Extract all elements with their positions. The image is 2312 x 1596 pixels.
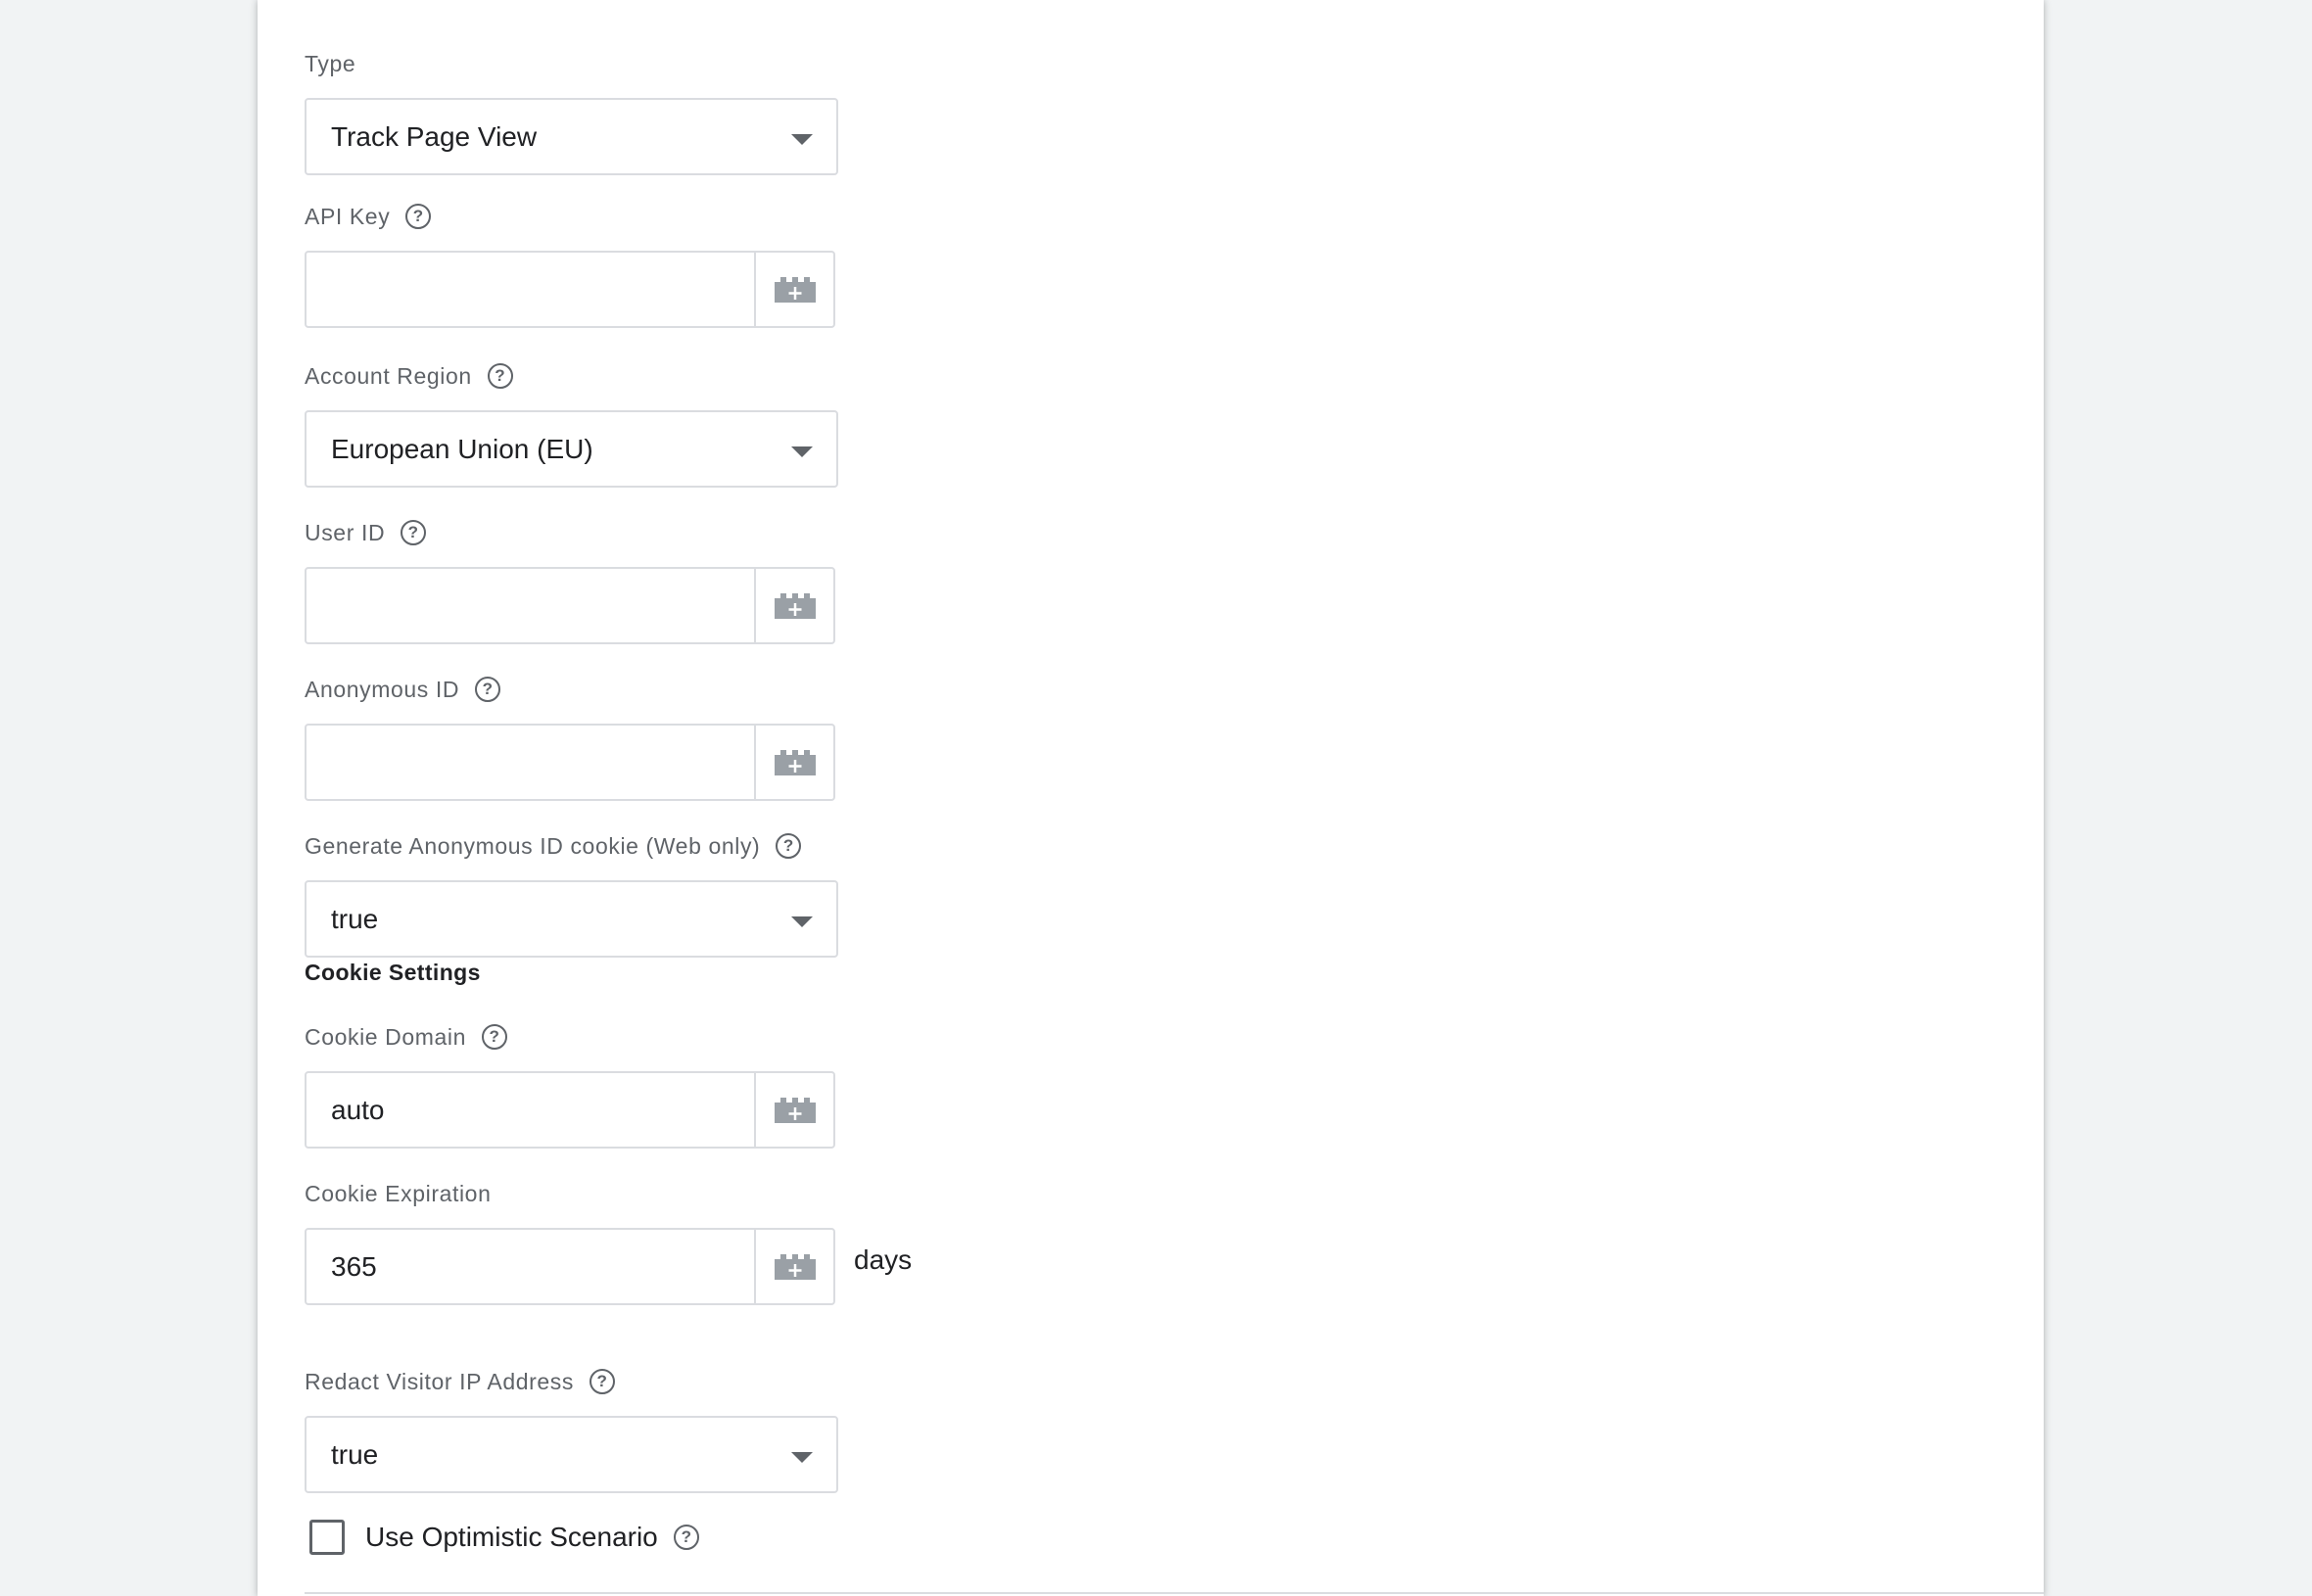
redact-ip-label: Redact Visitor IP Address <box>305 1368 574 1394</box>
user-id-label: User ID <box>305 519 386 545</box>
variable-brick-icon <box>774 276 816 303</box>
type-select[interactable]: Track Page View <box>305 98 838 175</box>
account-region-label: Account Region <box>305 362 472 389</box>
help-circle-icon[interactable]: ? <box>401 520 427 545</box>
anonymous-id-input-wrap <box>305 724 835 801</box>
cookie-domain-input[interactable] <box>307 1073 755 1147</box>
redact-ip-select[interactable]: true <box>305 1416 838 1493</box>
variable-brick-icon <box>774 1097 816 1123</box>
cookie-domain-input-wrap <box>305 1071 835 1149</box>
account-region-select-value: European Union (EU) <box>331 433 593 464</box>
variable-brick-icon <box>774 1253 816 1280</box>
user-id-input-wrap <box>305 567 835 644</box>
tag-config-card: Type Track Page View API Key ? Account R… <box>258 0 2044 1596</box>
cookie-expiration-unit: days <box>854 1244 913 1275</box>
api-key-variable-button[interactable] <box>754 253 833 326</box>
help-circle-icon[interactable]: ? <box>482 1024 508 1050</box>
optimistic-scenario-label[interactable]: Use Optimistic Scenario <box>365 1522 658 1553</box>
caret-down-icon <box>791 446 813 457</box>
anonymous-id-label: Anonymous ID <box>305 676 460 702</box>
generate-cookie-select-value: true <box>331 903 379 934</box>
caret-down-icon <box>791 916 813 927</box>
cookie-domain-label: Cookie Domain <box>305 1023 467 1050</box>
variable-brick-icon <box>774 749 816 775</box>
type-label: Type <box>305 50 356 76</box>
optimistic-scenario-row: Use Optimistic Scenario ? <box>309 1520 699 1555</box>
variable-brick-icon <box>774 592 816 619</box>
api-key-label: API Key <box>305 203 391 229</box>
cookie-expiration-input-wrap <box>305 1228 835 1305</box>
cookie-settings-heading: Cookie Settings <box>305 960 481 985</box>
cookie-expiration-label: Cookie Expiration <box>305 1180 492 1206</box>
caret-down-icon <box>791 134 813 145</box>
cookie-expiration-variable-button[interactable] <box>754 1230 833 1303</box>
anonymous-id-input[interactable] <box>307 726 755 799</box>
help-circle-icon[interactable]: ? <box>589 1369 615 1394</box>
divider <box>305 1592 2044 1594</box>
caret-down-icon <box>791 1452 813 1463</box>
redact-ip-select-value: true <box>331 1438 379 1470</box>
generate-cookie-select[interactable]: true <box>305 880 838 958</box>
cookie-expiration-input[interactable] <box>307 1230 755 1303</box>
generate-cookie-label: Generate Anonymous ID cookie (Web only) <box>305 832 761 859</box>
api-key-input-wrap <box>305 251 835 328</box>
help-circle-icon[interactable]: ? <box>487 363 513 389</box>
api-key-input[interactable] <box>307 253 755 326</box>
account-region-select[interactable]: European Union (EU) <box>305 410 838 488</box>
cookie-domain-variable-button[interactable] <box>754 1073 833 1147</box>
help-circle-icon[interactable]: ? <box>673 1525 699 1550</box>
anonymous-id-variable-button[interactable] <box>754 726 833 799</box>
help-circle-icon[interactable]: ? <box>405 204 432 229</box>
type-select-value: Track Page View <box>331 120 538 152</box>
user-id-input[interactable] <box>307 569 755 642</box>
user-id-variable-button[interactable] <box>754 569 833 642</box>
optimistic-scenario-checkbox[interactable] <box>309 1520 345 1555</box>
help-circle-icon[interactable]: ? <box>776 833 802 859</box>
help-circle-icon[interactable]: ? <box>475 677 501 702</box>
